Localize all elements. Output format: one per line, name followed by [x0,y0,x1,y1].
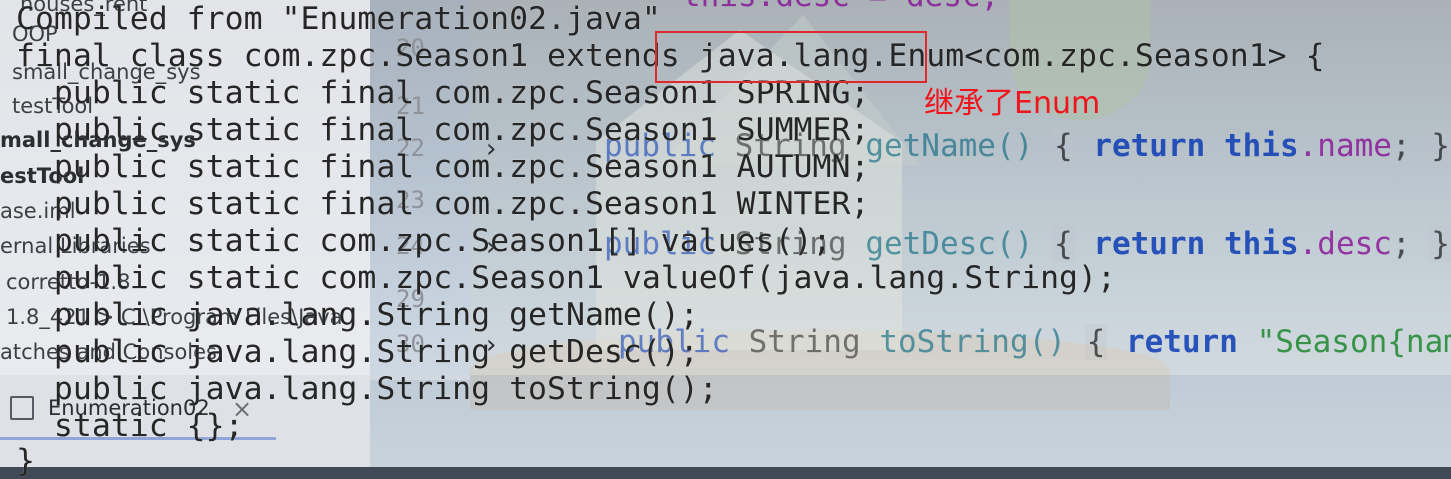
annotation-highlight-box [655,31,927,83]
javap-static-block: static {}; [16,408,244,444]
javap-compiled-from: Compiled from "Enumeration02.java" [16,1,661,37]
javap-closing-brace: } [16,443,35,479]
javap-field-winter: public static final com.zpc.Season1 WINT… [16,186,870,222]
javap-field-autumn: public static final com.zpc.Season1 AUTU… [16,149,870,185]
code-line-tostring: public String toString() { return "Seaso… [618,324,1451,360]
javap-method-getdesc: public java.lang.String getDesc(); [16,334,699,370]
javap-method-tostring: public java.lang.String toString(); [16,371,718,407]
annotation-label: 继承了Enum [924,86,1101,121]
javap-method-getname: public java.lang.String getName(); [16,297,699,333]
javap-field-summer: public static final com.zpc.Season1 SUMM… [16,112,870,148]
javap-method-values: public static com.zpc.Season1[] values()… [16,223,832,259]
javap-method-valueof: public static com.zpc.Season1 valueOf(ja… [16,260,1116,296]
code-line-desc-assign: this.desc = desc; [682,0,999,14]
